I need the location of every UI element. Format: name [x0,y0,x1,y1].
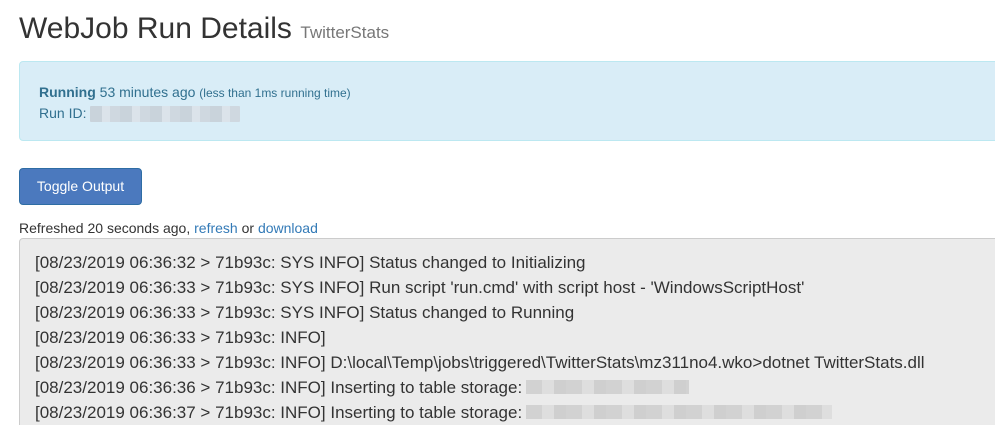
status-state: Running [39,84,96,100]
run-id-label: Run ID: [39,105,87,121]
redacted-value [526,405,833,420]
run-status-panel: Running 53 minutes ago (less than 1ms ru… [19,61,995,141]
status-age: 53 minutes ago [99,84,196,100]
run-id-redacted-value [90,106,241,123]
webjob-run-details-page: WebJob Run Details TwitterStats Running … [0,0,995,425]
log-line: [08/23/2019 06:36:32 > 71b93c: SYS INFO]… [35,253,586,272]
log-line: [08/23/2019 06:36:33 > 71b93c: INFO] [35,328,326,347]
log-output-panel[interactable]: [08/23/2019 06:36:32 > 71b93c: SYS INFO]… [19,238,995,425]
refresh-status-line: Refreshed 20 seconds ago, refresh or dow… [19,220,318,236]
running-time-note: (less than 1ms running time) [199,86,351,100]
log-line: [08/23/2019 06:36:33 > 71b93c: INFO] D:\… [35,353,925,372]
run-status-line: Running 53 minutes ago (less than 1ms ru… [39,84,351,100]
page-header: WebJob Run Details TwitterStats [19,12,389,46]
download-link[interactable]: download [258,220,318,236]
redacted-value [526,380,690,395]
toggle-output-button[interactable]: Toggle Output [19,168,142,205]
page-title: WebJob Run Details [19,12,292,45]
log-line-with-redaction: [08/23/2019 06:36:37 > 71b93c: INFO] Ins… [35,400,995,425]
log-line: [08/23/2019 06:36:33 > 71b93c: SYS INFO]… [35,278,805,297]
refresh-conjunction: or [241,220,255,236]
log-line: [08/23/2019 06:36:33 > 71b93c: SYS INFO]… [35,303,575,322]
job-name-subtitle: TwitterStats [300,23,390,42]
log-line-with-redaction: [08/23/2019 06:36:36 > 71b93c: INFO] Ins… [35,375,995,400]
refresh-status-text: Refreshed 20 seconds ago, [19,220,191,236]
log-line-text: [08/23/2019 06:36:37 > 71b93c: INFO] Ins… [35,403,523,422]
run-id-line: Run ID: [39,105,241,123]
log-line-text: [08/23/2019 06:36:36 > 71b93c: INFO] Ins… [35,378,523,397]
refresh-link[interactable]: refresh [194,220,238,236]
